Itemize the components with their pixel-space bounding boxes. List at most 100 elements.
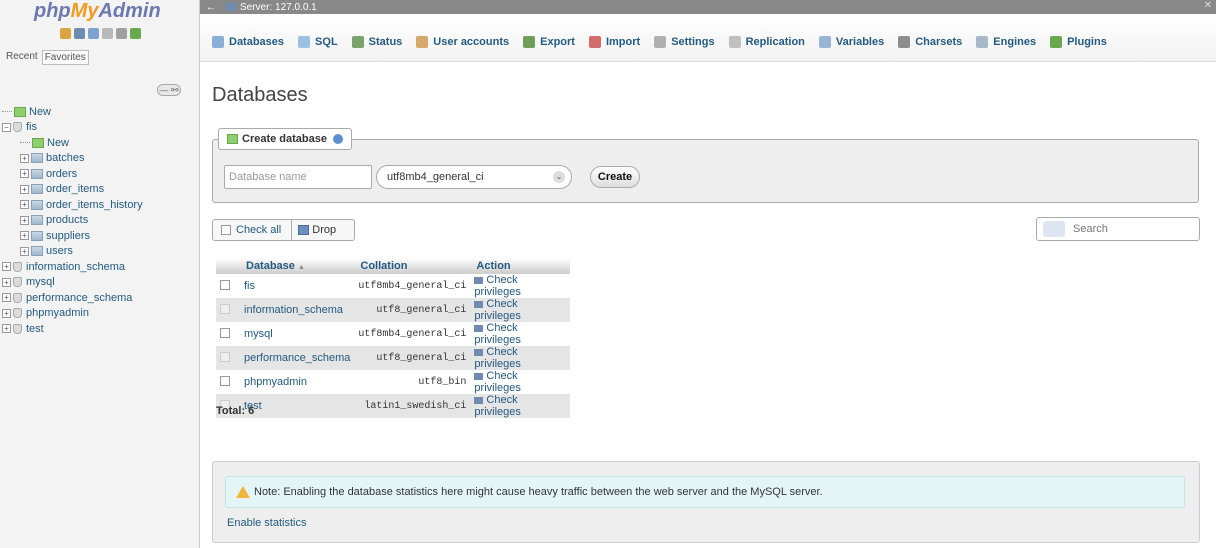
table-icon (31, 246, 43, 257)
drop-button[interactable]: Drop (292, 224, 336, 236)
tab-export[interactable]: Export (523, 36, 575, 48)
tree-item[interactable]: + suppliers (2, 228, 198, 244)
expand-icon[interactable]: + (20, 246, 29, 256)
table-row: fis utf8mb4_general_ci Check privileges (216, 274, 571, 298)
expand-icon[interactable]: + (2, 262, 11, 272)
navigation-sidebar: phpMyAdmin Recent Favorites — ⚯ New − fis N… (0, 0, 200, 548)
check-privileges-link[interactable]: Check privileges (470, 370, 571, 394)
expand-icon[interactable]: + (20, 231, 29, 241)
new-icon (32, 137, 44, 148)
row-checkbox[interactable] (220, 375, 230, 386)
check-privileges-link[interactable]: Check privileges (470, 322, 571, 346)
tree-item[interactable]: + performance_schema (2, 290, 198, 306)
expand-icon[interactable]: + (2, 308, 11, 318)
database-name-input[interactable] (224, 165, 372, 189)
expand-icon[interactable]: + (20, 153, 29, 163)
help-icon[interactable] (88, 28, 99, 39)
search-input[interactable] (1073, 223, 1173, 235)
expand-icon[interactable]: + (2, 277, 11, 287)
tree-item[interactable]: New (2, 135, 198, 151)
table-icon (31, 199, 43, 210)
tree-item[interactable]: + products (2, 213, 198, 229)
check-all-checkbox[interactable] (221, 225, 231, 235)
header-select (216, 258, 240, 274)
check-privileges-link[interactable]: Check privileges (470, 298, 571, 322)
row-checkbox[interactable] (220, 303, 230, 314)
favorites-tab[interactable]: Favorites (41, 50, 89, 65)
check-privileges-link[interactable]: Check privileges (470, 346, 571, 370)
row-checkbox[interactable] (220, 279, 230, 290)
check-privileges-link[interactable]: Check privileges (470, 394, 571, 418)
database-name-link[interactable]: mysql (240, 322, 355, 346)
server-breadcrumb[interactable]: Server: 127.0.0.1 (240, 2, 317, 13)
database-tree: New − fis New + batches + orders + order_items + or… (2, 104, 198, 337)
tab-replication[interactable]: Replication (728, 36, 805, 48)
expand-icon[interactable]: + (20, 169, 29, 179)
recent-tab[interactable]: Recent (4, 50, 40, 65)
table-row: phpmyadmin utf8_bin Check privileges (216, 370, 571, 394)
settings-icon[interactable] (116, 28, 127, 39)
expand-icon[interactable]: + (20, 184, 29, 194)
enable-statistics-link[interactable]: Enable statistics (227, 517, 306, 529)
expand-icon[interactable]: + (2, 324, 11, 334)
total-count: Total: 6 (216, 405, 255, 417)
logout-icon[interactable] (74, 28, 85, 39)
tree-item[interactable]: + information_schema (2, 259, 198, 275)
tree-item-label: fis (26, 121, 37, 134)
tab-status[interactable]: Status (351, 36, 402, 48)
check-all-button[interactable]: Check all (213, 220, 293, 240)
row-select-cell (216, 370, 240, 394)
home-icon[interactable] (60, 28, 71, 39)
tab-sql[interactable]: SQL (298, 36, 338, 48)
tree-item[interactable]: + order_items_history (2, 197, 198, 213)
header-database-label: Database (246, 260, 295, 272)
tab-variables[interactable]: Variables (818, 36, 884, 48)
expand-icon[interactable]: + (2, 293, 11, 303)
reload-icon[interactable] (130, 28, 141, 39)
tree-item[interactable]: + users (2, 244, 198, 260)
row-checkbox[interactable] (220, 327, 230, 338)
database-name-link[interactable]: performance_schema (240, 346, 355, 370)
tree-item-label: mysql (26, 276, 55, 289)
check-privileges-link[interactable]: Check privileges (470, 274, 571, 298)
create-button[interactable]: Create (590, 166, 640, 188)
tree-item[interactable]: New (2, 104, 198, 120)
tab-plugins[interactable]: Plugins (1050, 36, 1107, 48)
phpmyadmin-logo[interactable]: phpMyAdmin (34, 0, 194, 26)
tree-item[interactable]: − fis (2, 120, 198, 136)
header-collation[interactable]: Collation (354, 258, 471, 274)
header-database[interactable]: Database ▲ (240, 258, 355, 274)
tab-import[interactable]: Import (588, 36, 640, 48)
row-checkbox[interactable] (220, 351, 230, 362)
docs-icon[interactable] (102, 28, 113, 39)
collapse-arrow-icon[interactable]: ← (206, 2, 216, 13)
help-icon[interactable] (333, 134, 343, 144)
database-name-link[interactable]: fis (240, 274, 355, 298)
database-name-link[interactable]: test (240, 394, 355, 418)
collapse-icon[interactable]: − (2, 122, 11, 132)
tree-item-label: information_schema (26, 260, 126, 273)
tree-item[interactable]: + phpmyadmin (2, 306, 198, 322)
database-name-link[interactable]: phpmyadmin (240, 370, 355, 394)
server-breadcrumb-bar: ← Server: 127.0.0.1 ✕ (200, 0, 1216, 14)
collapse-all-button[interactable]: — ⚯ (157, 84, 181, 96)
tab-user-accounts[interactable]: User accounts (416, 36, 509, 48)
tab-label: Engines (993, 36, 1037, 48)
tree-item[interactable]: + mysql (2, 275, 198, 291)
tab-engines[interactable]: Engines (976, 36, 1036, 48)
tree-item[interactable]: + order_items (2, 182, 198, 198)
tree-item[interactable]: + test (2, 321, 198, 337)
tree-item[interactable]: + batches (2, 151, 198, 167)
close-icon[interactable]: ✕ (1204, 0, 1212, 11)
collation-select[interactable]: utf8mb4_general_ci ⌄ (376, 165, 572, 189)
sort-asc-icon: ▲ (297, 264, 305, 271)
tab-charsets[interactable]: Charsets (898, 36, 962, 48)
tab-settings[interactable]: Settings (654, 36, 715, 48)
database-name-link[interactable]: information_schema (240, 298, 355, 322)
expand-icon[interactable]: + (20, 200, 29, 210)
tab-databases[interactable]: Databases (212, 36, 284, 48)
privileges-icon (474, 276, 484, 284)
tree-item[interactable]: + orders (2, 166, 198, 182)
expand-icon[interactable]: + (20, 215, 29, 225)
new-icon (14, 106, 26, 117)
